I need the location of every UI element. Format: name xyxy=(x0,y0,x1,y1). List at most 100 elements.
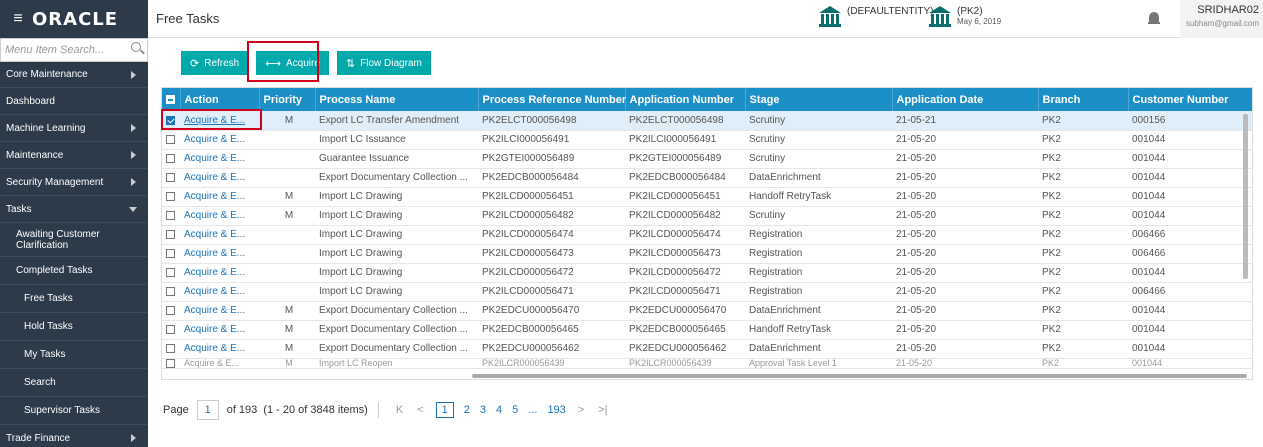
next-page-button[interactable]: > xyxy=(578,404,584,416)
sidebar-item-completed-tasks[interactable]: Completed Tasks xyxy=(0,257,148,285)
first-page-button[interactable]: K xyxy=(396,404,403,416)
row-checkbox[interactable] xyxy=(162,320,180,340)
cell-action[interactable]: Acquire & E... xyxy=(180,320,259,340)
table-row[interactable]: Acquire & E... M Export Documentary Collec… xyxy=(162,339,1252,359)
table-row[interactable]: Acquire & E... M Import LC Reopen PK2ILCR00… xyxy=(162,358,1252,369)
row-checkbox[interactable] xyxy=(162,149,180,169)
vertical-scrollbar[interactable] xyxy=(1243,114,1248,279)
cell-action[interactable]: Acquire & E... xyxy=(180,130,259,150)
acquire-edit-link[interactable]: Acquire & E... xyxy=(184,358,239,367)
row-checkbox[interactable] xyxy=(162,358,180,369)
select-all-checkbox[interactable] xyxy=(162,88,181,111)
page-link[interactable]: 1 xyxy=(435,402,454,418)
row-checkbox[interactable] xyxy=(162,225,180,245)
sidebar-item-awaiting-customer-clarification[interactable]: Awaiting Customer Clarification xyxy=(0,223,148,257)
refresh-button[interactable]: ⟳ Refresh xyxy=(181,51,249,75)
page-link[interactable]: 193 xyxy=(547,404,565,416)
acquire-edit-link[interactable]: Acquire & E... xyxy=(184,267,245,278)
cell-action[interactable]: Acquire & E... xyxy=(180,187,259,207)
sidebar-item-supervisor-tasks[interactable]: Supervisor Tasks xyxy=(0,397,148,425)
table-row[interactable]: Acquire & E... M Import LC Drawing PK2ILCD0… xyxy=(162,206,1252,226)
table-row[interactable]: Acquire & E... M Import LC Drawing PK2ILCD0… xyxy=(162,187,1252,207)
branch-selector[interactable]: (PK2) May 6, 2019 xyxy=(929,6,1001,28)
column-header-branch[interactable]: Branch xyxy=(1038,88,1129,111)
page-link[interactable]: 5 xyxy=(512,404,518,416)
table-row[interactable]: Acquire & E... Import LC Drawing PK2ILCD00… xyxy=(162,244,1252,264)
row-checkbox[interactable] xyxy=(162,263,180,283)
entity-selector[interactable]: (DEFAULTENTITY) xyxy=(819,6,933,28)
sidebar-item-maintenance[interactable]: Maintenance xyxy=(0,142,148,169)
sidebar-item-free-tasks[interactable]: Free Tasks xyxy=(0,285,148,313)
acquire-edit-link[interactable]: Acquire & E... xyxy=(184,153,245,164)
cell-action[interactable]: Acquire & E... xyxy=(180,149,259,169)
table-row[interactable]: Acquire & E... Import LC Drawing PK2ILCD00… xyxy=(162,225,1252,245)
acquire-edit-link[interactable]: Acquire & E... xyxy=(184,248,245,259)
column-header-priority[interactable]: Priority xyxy=(259,88,316,111)
user-menu[interactable]: SRIDHAR02 subham@gmail.com xyxy=(1180,0,1263,38)
sidebar-item-trade-finance[interactable]: Trade Finance xyxy=(0,425,148,447)
column-header-stage[interactable]: Stage xyxy=(745,88,893,111)
table-row[interactable]: Acquire & E... M Export LC Transfer Amendm… xyxy=(162,111,1252,131)
column-header-process-reference-number[interactable]: Process Reference Number xyxy=(478,88,626,111)
column-header-action[interactable]: Action xyxy=(180,88,260,111)
sidebar-item-security-management[interactable]: Security Management xyxy=(0,169,148,196)
cell-action[interactable]: Acquire & E... xyxy=(180,263,259,283)
cell-action[interactable]: Acquire & E... xyxy=(180,301,259,321)
page-link[interactable]: 4 xyxy=(496,404,502,416)
acquire-edit-link[interactable]: Acquire & E... xyxy=(184,286,245,297)
sidebar-item-hold-tasks[interactable]: Hold Tasks xyxy=(0,313,148,341)
acquire-edit-link[interactable]: Acquire & E... xyxy=(184,305,245,316)
cell-action[interactable]: Acquire & E... xyxy=(180,339,259,359)
sidebar-item-search[interactable]: Search xyxy=(0,369,148,397)
cell-action[interactable]: Acquire & E... xyxy=(180,168,259,188)
sidebar-item-tasks[interactable]: Tasks xyxy=(0,196,148,223)
table-row[interactable]: Acquire & E... M Export Documentary Collec… xyxy=(162,320,1252,340)
sidebar-item-machine-learning[interactable]: Machine Learning xyxy=(0,115,148,142)
column-header-process-name[interactable]: Process Name xyxy=(315,88,479,111)
acquire-edit-link[interactable]: Acquire & E... xyxy=(184,191,245,202)
previous-page-button[interactable]: < xyxy=(417,404,423,416)
row-checkbox[interactable] xyxy=(162,301,180,321)
row-checkbox[interactable] xyxy=(162,244,180,264)
acquire-edit-link[interactable]: Acquire & E... xyxy=(184,324,245,335)
page-number-input[interactable]: 1 xyxy=(196,400,219,420)
acquire-edit-link[interactable]: Acquire & E... xyxy=(184,229,245,240)
cell-action[interactable]: Acquire & E... xyxy=(180,358,259,369)
sidebar-item-my-tasks[interactable]: My Tasks xyxy=(0,341,148,369)
acquire-edit-link[interactable]: Acquire & E... xyxy=(184,134,245,145)
page-link[interactable]: 2 xyxy=(464,404,470,416)
row-checkbox[interactable] xyxy=(162,187,180,207)
flow-diagram-button[interactable]: ⇅ Flow Diagram xyxy=(336,51,431,75)
search-icon[interactable] xyxy=(131,42,141,52)
page-link[interactable]: 3 xyxy=(480,404,486,416)
column-header-application-date[interactable]: Application Date xyxy=(892,88,1039,111)
menu-search-input[interactable]: Menu Item Search... xyxy=(0,38,148,62)
cell-action[interactable]: Acquire & E... xyxy=(180,225,259,245)
hamburger-menu-icon[interactable]: ≡ xyxy=(4,10,32,28)
row-checkbox[interactable] xyxy=(162,206,180,226)
table-row[interactable]: Acquire & E... M Export Documentary Collec… xyxy=(162,301,1252,321)
last-page-button[interactable]: >| xyxy=(598,404,607,416)
bell-icon[interactable] xyxy=(1148,12,1160,26)
horizontal-scrollbar[interactable] xyxy=(162,373,1252,379)
acquire-edit-link[interactable]: Acquire & E... xyxy=(184,210,245,221)
acquire-edit-link[interactable]: Acquire & E... xyxy=(184,172,245,183)
column-header-customer-number[interactable]: Customer Number xyxy=(1128,88,1252,111)
table-row[interactable]: Acquire & E... Guarantee Issuance PK2GTEI0… xyxy=(162,149,1252,169)
cell-action[interactable]: Acquire & E... xyxy=(180,244,259,264)
row-checkbox[interactable] xyxy=(162,339,180,359)
table-row[interactable]: Acquire & E... Export Documentary Collect… xyxy=(162,168,1252,188)
table-row[interactable]: Acquire & E... Import LC Drawing PK2ILCD00… xyxy=(162,282,1252,302)
row-checkbox[interactable] xyxy=(162,168,180,188)
table-row[interactable]: Acquire & E... Import LC Issuance PK2ILCI0… xyxy=(162,130,1252,150)
row-checkbox[interactable] xyxy=(162,130,180,150)
cell-action[interactable]: Acquire & E... xyxy=(180,206,259,226)
table-row[interactable]: Acquire & E... Import LC Drawing PK2ILCD00… xyxy=(162,263,1252,283)
column-header-application-number[interactable]: Application Number xyxy=(625,88,746,111)
sidebar-item-dashboard[interactable]: Dashboard xyxy=(0,88,148,115)
sidebar-item-core-maintenance[interactable]: Core Maintenance xyxy=(0,62,148,88)
cell-action[interactable]: Acquire & E... xyxy=(180,282,259,302)
row-checkbox[interactable] xyxy=(162,282,180,302)
scrollbar-thumb[interactable] xyxy=(472,374,1247,378)
acquire-edit-link[interactable]: Acquire & E... xyxy=(184,343,245,354)
